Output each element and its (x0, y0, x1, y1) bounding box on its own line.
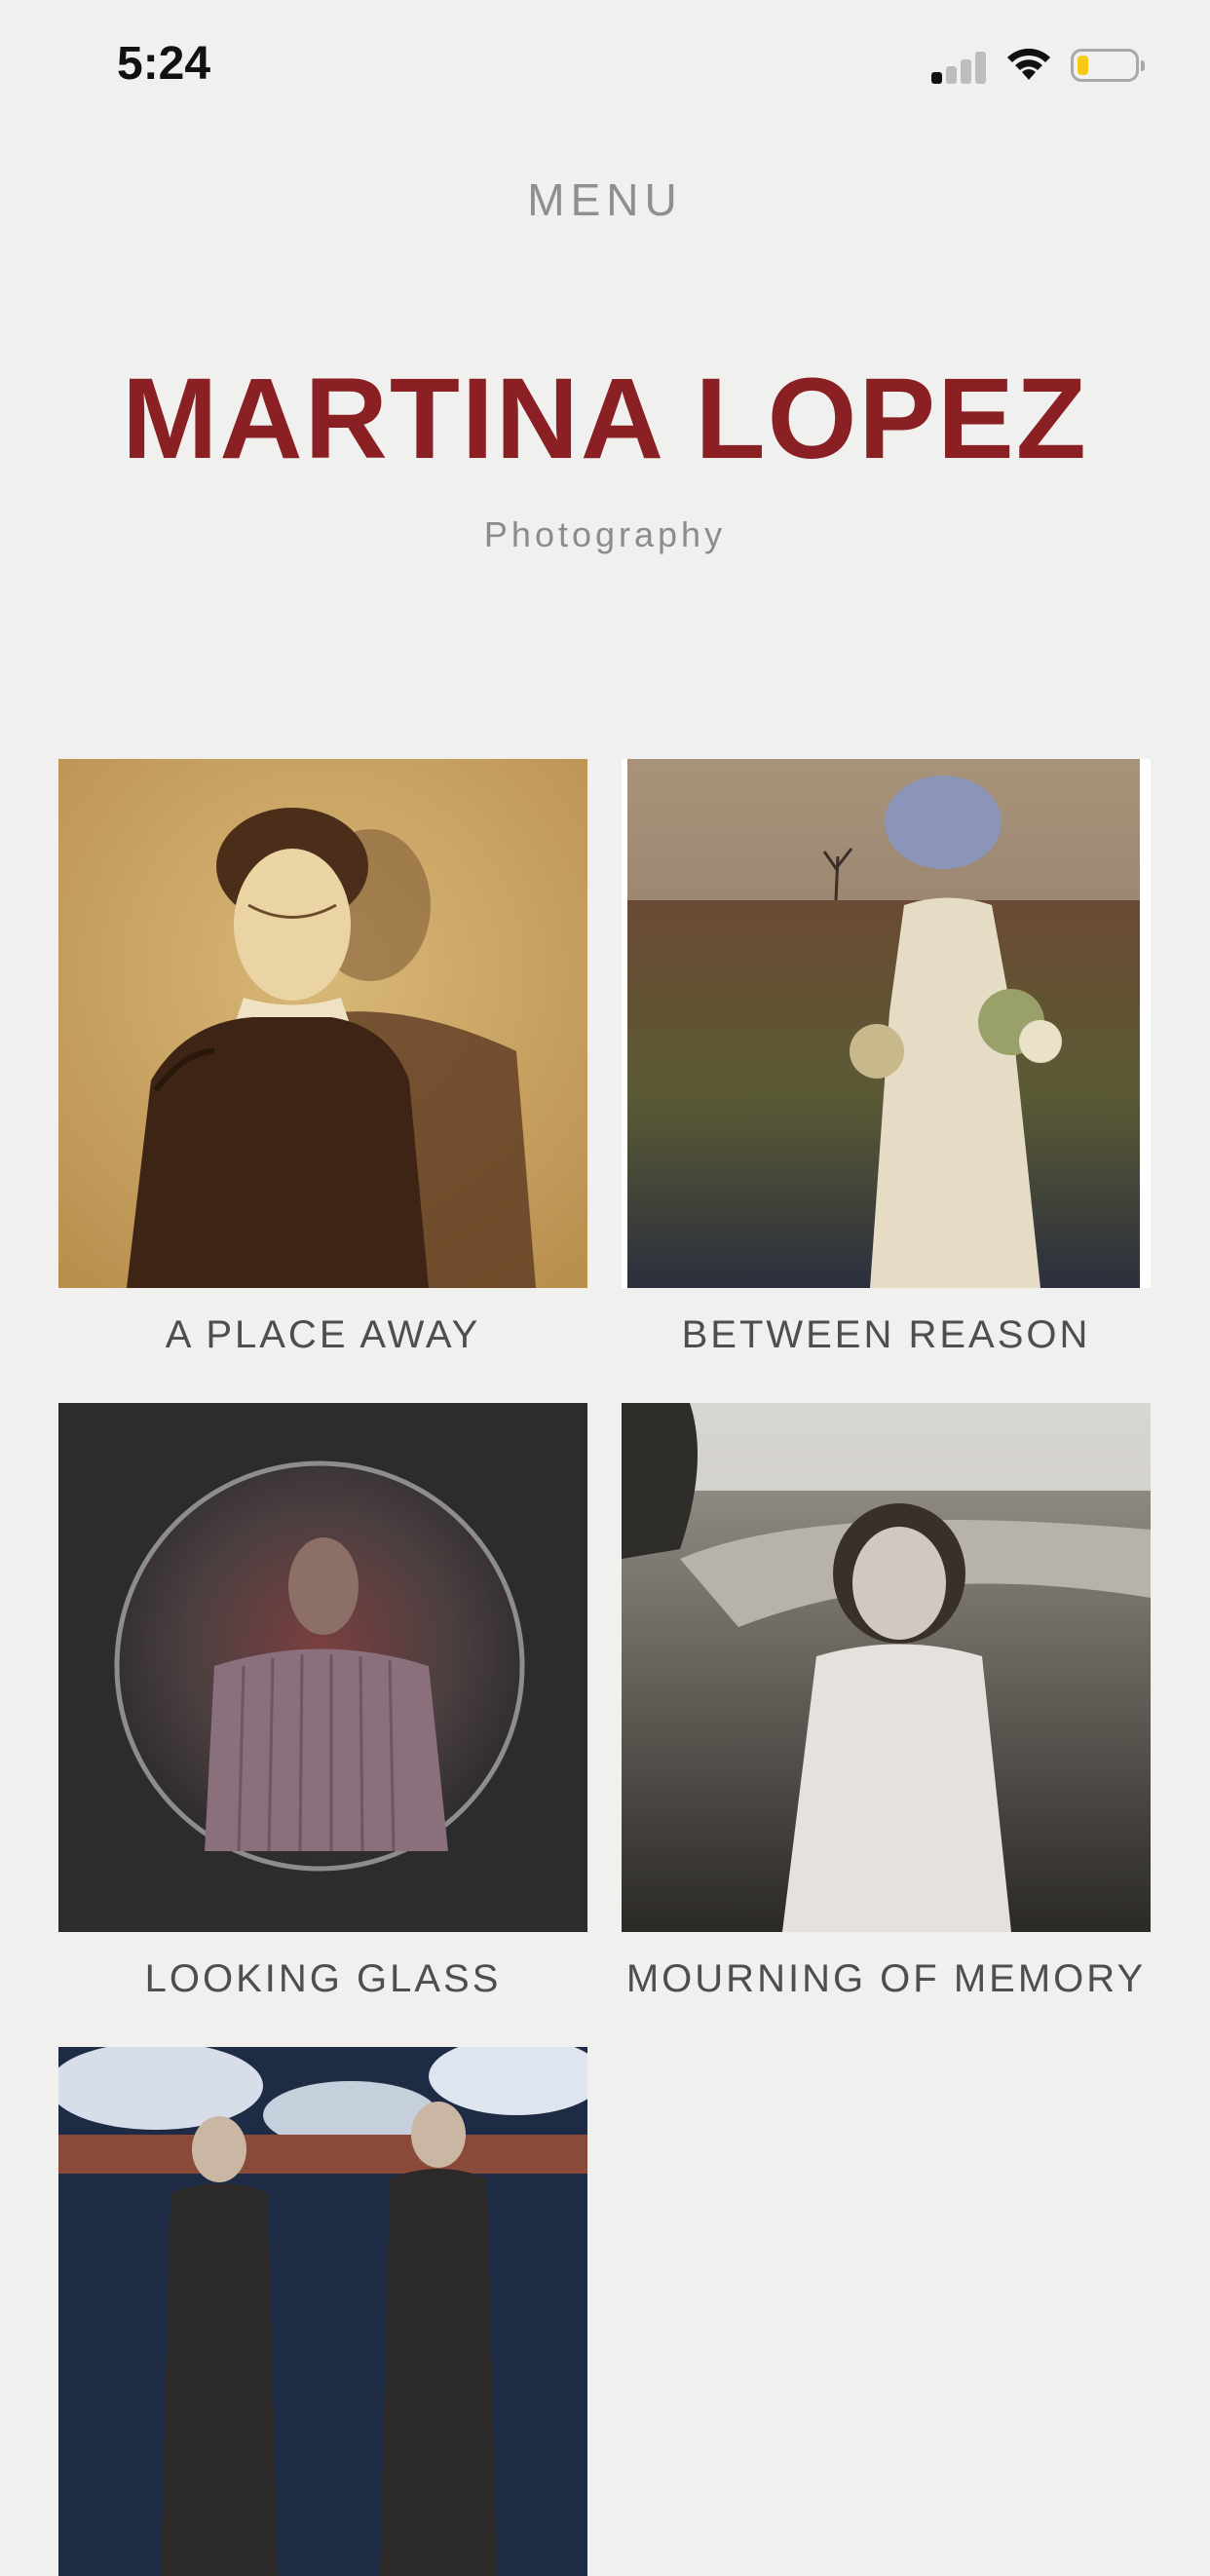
gallery-thumbnail[interactable] (622, 759, 1151, 1288)
gallery-thumbnail[interactable] (58, 759, 587, 1288)
wifi-icon (1002, 45, 1056, 84)
gallery-caption[interactable]: MOURNING OF MEMORY (622, 1957, 1151, 2001)
site-title[interactable]: MARTINA LOPEZ (0, 360, 1210, 477)
menu-button[interactable]: MENU (0, 173, 1210, 226)
gallery-caption[interactable]: BETWEEN REASON (622, 1313, 1151, 1357)
gallery-caption[interactable]: A PLACE AWAY (58, 1313, 587, 1357)
status-time: 5:24 (117, 38, 211, 90)
site-subtitle: Photography (483, 514, 727, 554)
gallery-item-mourning-of-memory[interactable]: MOURNING OF MEMORY (622, 1403, 1151, 2001)
status-bar: 5:24 (0, 0, 1210, 127)
cellular-signal-icon (931, 51, 988, 84)
gallery-thumbnail[interactable] (58, 2047, 587, 2576)
gallery-item-collage[interactable] (58, 2047, 587, 2576)
gallery-item-looking-glass[interactable]: LOOKING GLASS (58, 1403, 587, 2001)
gallery-item-a-place-away[interactable]: A PLACE AWAY (58, 759, 587, 1357)
gallery-thumbnail[interactable] (58, 1403, 587, 1932)
gallery-thumbnail[interactable] (622, 1403, 1151, 1932)
gallery-caption[interactable]: LOOKING GLASS (58, 1957, 587, 2001)
battery-icon (1071, 49, 1145, 82)
gallery-item-between-reason[interactable]: BETWEEN REASON (622, 759, 1151, 1357)
